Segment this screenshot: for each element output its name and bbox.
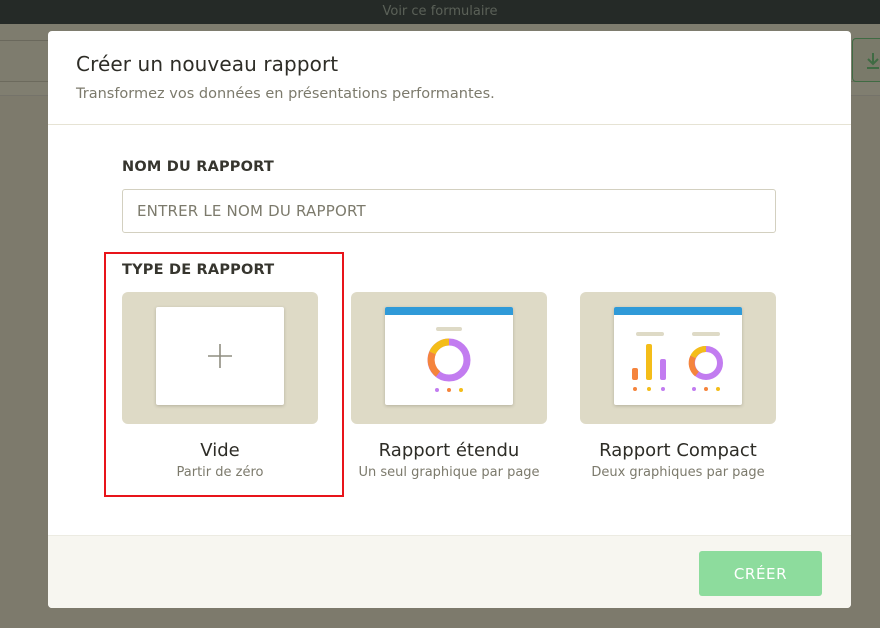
report-type-description: Partir de zéro bbox=[176, 465, 264, 480]
report-type-blank[interactable]: Vide Partir de zéro bbox=[122, 292, 318, 480]
modal-title: Créer un nouveau rapport bbox=[76, 52, 339, 76]
modal-footer: CRÉER bbox=[48, 535, 851, 608]
report-type-extended[interactable]: Rapport étendu Un seul graphique par pag… bbox=[351, 292, 547, 480]
background-download-button bbox=[852, 38, 880, 82]
report-name-label: NOM DU RAPPORT bbox=[122, 159, 274, 175]
report-type-thumbnail bbox=[122, 292, 318, 424]
report-type-description: Deux graphiques par page bbox=[591, 465, 765, 480]
report-type-name: Vide bbox=[200, 440, 240, 461]
report-name-input[interactable] bbox=[122, 189, 776, 233]
plus-icon bbox=[208, 344, 232, 368]
report-type-compact[interactable]: Rapport Compact Deux graphiques par page bbox=[580, 292, 776, 480]
report-type-name: Rapport Compact bbox=[599, 440, 757, 461]
modal-header: Créer un nouveau rapport Transformez vos… bbox=[48, 31, 851, 125]
blank-sheet bbox=[156, 307, 284, 405]
report-type-label: TYPE DE RAPPORT bbox=[122, 262, 275, 278]
background-topbar-text: Voir ce formulaire bbox=[382, 4, 498, 19]
report-type-thumbnail bbox=[580, 292, 776, 424]
create-report-modal: Créer un nouveau rapport Transformez vos… bbox=[48, 31, 851, 608]
create-button[interactable]: CRÉER bbox=[699, 551, 822, 596]
donut-chart-icon bbox=[427, 327, 471, 392]
report-type-name: Rapport étendu bbox=[378, 440, 520, 461]
report-type-thumbnail bbox=[351, 292, 547, 424]
background-divider bbox=[0, 40, 48, 41]
single-chart-page-icon bbox=[385, 307, 513, 405]
two-charts-page-icon bbox=[614, 307, 742, 405]
background-topbar: Voir ce formulaire bbox=[0, 0, 880, 24]
report-type-description: Un seul graphique par page bbox=[358, 465, 540, 480]
modal-subtitle: Transformez vos données en présentations… bbox=[76, 86, 495, 102]
bar-and-donut-chart-icon bbox=[632, 332, 723, 391]
download-icon bbox=[867, 53, 879, 69]
